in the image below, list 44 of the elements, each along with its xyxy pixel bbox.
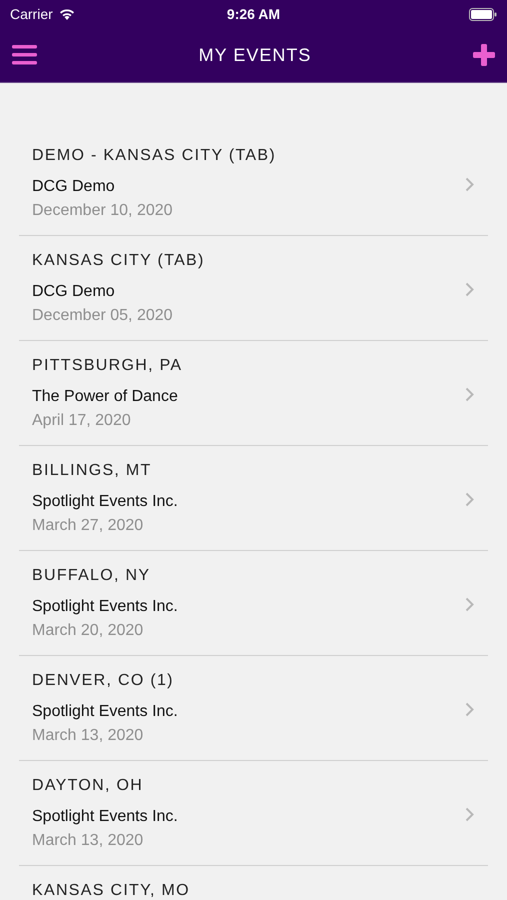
event-title: BILLINGS, MT bbox=[32, 461, 152, 481]
chevron-icon bbox=[465, 282, 474, 297]
event-organizer: DCG Demo bbox=[32, 282, 115, 302]
event-row[interactable]: DEMO - KANSAS CITY (TAB) DCG Demo December 10, 2020 bbox=[19, 131, 488, 236]
battery-icon bbox=[469, 8, 497, 20]
event-title: BUFFALO, NY bbox=[32, 566, 150, 586]
menu-button[interactable] bbox=[12, 45, 37, 65]
event-row[interactable]: PITTSBURGH, PA The Power of Dance April 17, 2020 bbox=[19, 341, 488, 446]
add-button[interactable] bbox=[472, 44, 495, 66]
event-organizer: Spotlight Events Inc. bbox=[32, 702, 178, 722]
event-title: KANSAS CITY (TAB) bbox=[32, 251, 205, 271]
event-row[interactable]: DENVER, CO (1) Spotlight Events Inc. March 13, 2020 bbox=[19, 656, 488, 761]
chevron-icon bbox=[465, 387, 474, 402]
event-date: December 10, 2020 bbox=[32, 201, 173, 221]
event-row[interactable]: BILLINGS, MT Spotlight Events Inc. March 27, 2020 bbox=[19, 446, 488, 551]
event-row[interactable]: KANSAS CITY (TAB) DCG Demo December 05, 2020 bbox=[19, 236, 488, 341]
event-organizer: Spotlight Events Inc. bbox=[32, 597, 178, 617]
chevron-icon bbox=[465, 702, 474, 717]
event-organizer: Spotlight Events Inc. bbox=[32, 807, 178, 827]
event-date: December 05, 2020 bbox=[32, 306, 173, 326]
status-time: 9:26 AM bbox=[226, 6, 280, 22]
event-title: DEMO - KANSAS CITY (TAB) bbox=[32, 146, 276, 166]
event-date: March 20, 2020 bbox=[32, 621, 144, 641]
event-date: March 27, 2020 bbox=[32, 516, 144, 536]
event-title: DAYTON, OH bbox=[32, 776, 144, 796]
carrier-label: Carrier bbox=[10, 6, 53, 22]
chevron-icon bbox=[465, 597, 474, 612]
event-date: April 17, 2020 bbox=[32, 411, 131, 431]
event-row[interactable]: BUFFALO, NY Spotlight Events Inc. March 20, 2020 bbox=[19, 551, 488, 656]
event-title: DENVER, CO (1) bbox=[32, 671, 174, 691]
event-row[interactable]: KANSAS CITY, MO bbox=[19, 866, 488, 900]
chevron-icon bbox=[465, 177, 474, 192]
chevron-icon bbox=[465, 492, 474, 507]
event-date: March 13, 2020 bbox=[32, 726, 144, 746]
event-title: KANSAS CITY, MO bbox=[32, 881, 190, 900]
event-row[interactable]: DAYTON, OH Spotlight Events Inc. March 13, 2020 bbox=[19, 761, 488, 866]
event-organizer: Spotlight Events Inc. bbox=[32, 492, 178, 512]
screen-title: MY EVENTS bbox=[198, 44, 312, 66]
event-organizer: DCG Demo bbox=[32, 177, 115, 197]
wifi-icon bbox=[58, 8, 75, 20]
chevron-icon bbox=[465, 807, 474, 822]
event-title: PITTSBURGH, PA bbox=[32, 356, 182, 376]
event-date: March 13, 2020 bbox=[32, 831, 144, 851]
event-organizer: The Power of Dance bbox=[32, 387, 178, 407]
